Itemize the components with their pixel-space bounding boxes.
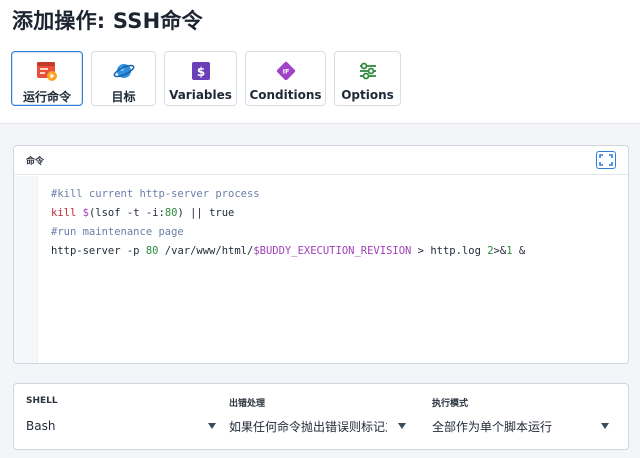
shell-value: Bash [26, 419, 56, 433]
command-label: 命令 [26, 157, 45, 167]
code-token: 80 [145, 245, 159, 257]
tab-conditions[interactable]: IF Conditions [245, 51, 326, 106]
conditions-if-icon: IF [276, 61, 295, 81]
tab-options[interactable]: Options [334, 51, 401, 106]
tab-label: Variables [169, 88, 232, 102]
code-token: /var/www/html/ [158, 245, 254, 257]
action-tabs: 运行命令 目标 $ Variables IF Conditions Option… [11, 51, 401, 106]
header-area: 添加操作: SSH命令 运行命令 目标 $ Variables IF Condi… [0, 0, 640, 124]
chevron-down-icon[interactable] [398, 423, 406, 429]
code-token: http-server -p [51, 245, 146, 257]
tab-variables[interactable]: $ Variables [164, 51, 237, 106]
error-option: 出错处理 如果任何命令抛出错误则标记之 [229, 384, 409, 451]
chevron-down-icon[interactable] [208, 423, 216, 429]
editor-gutter [14, 176, 38, 363]
tab-label: Options [341, 88, 394, 102]
fullscreen-icon [599, 154, 613, 166]
chevron-down-icon[interactable] [601, 423, 609, 429]
code-content[interactable]: #kill current http-server process kill $(… [51, 185, 525, 261]
tab-run-command[interactable]: 运行命令 [11, 51, 83, 106]
error-select[interactable]: 如果任何命令抛出错误则标记之 [229, 414, 387, 438]
code-line: #run maintenance page [51, 223, 525, 242]
error-label: 出错处理 [229, 399, 266, 409]
mode-label: 执行模式 [432, 399, 469, 409]
svg-text:$: $ [196, 65, 204, 79]
page-title: 添加操作: SSH命令 [12, 9, 203, 33]
run-command-icon [37, 62, 57, 81]
variables-dollar-icon: $ [191, 62, 210, 80]
code-token: #run maintenance page [51, 226, 184, 238]
shell-select[interactable]: Bash [26, 414, 216, 438]
code-token: 80 [164, 207, 178, 219]
command-panel: 命令 #kill current http-server process kill… [13, 145, 629, 364]
tab-target[interactable]: 目标 [91, 51, 156, 106]
mode-value: 全部作为单个脚本运行 [432, 419, 553, 434]
tab-label: 目标 [111, 90, 136, 104]
options-sliders-icon [359, 62, 376, 80]
code-token: kill [51, 207, 77, 219]
code-line: #kill current http-server process [51, 185, 525, 204]
command-panel-header: 命令 [14, 146, 628, 175]
code-token: & [512, 245, 526, 257]
shell-label: SHELL [26, 396, 58, 406]
mode-select[interactable]: 全部作为单个脚本运行 [432, 414, 602, 438]
tab-label: Conditions [249, 88, 322, 102]
code-line: http-server -p 80 /var/www/html/$BUDDY_E… [51, 242, 525, 261]
code-token: ) || true [177, 207, 235, 219]
error-value: 如果任何命令抛出错误则标记之 [229, 419, 387, 434]
code-editor[interactable]: #kill current http-server process kill $(… [14, 176, 628, 363]
tab-label: 运行命令 [22, 90, 71, 104]
code-token: >& [493, 245, 507, 257]
svg-text:IF: IF [282, 68, 289, 76]
mode-option: 执行模式 全部作为单个脚本运行 [432, 384, 617, 451]
code-line: kill $(lsof -t -i:80) || true [51, 204, 525, 223]
code-token: #kill current http-server process [51, 188, 260, 200]
shell-option: SHELL Bash [26, 384, 216, 451]
fullscreen-button[interactable] [596, 151, 616, 169]
code-token: $BUDDY_EXECUTION_REVISION [253, 245, 412, 257]
execution-options: SHELL Bash 出错处理 如果任何命令抛出错误则标记之 执行模式 全部作为… [13, 383, 629, 450]
target-planet-icon [113, 64, 134, 78]
code-token: (lsof -t -i: [88, 207, 165, 219]
code-token: > http.log [411, 245, 488, 257]
